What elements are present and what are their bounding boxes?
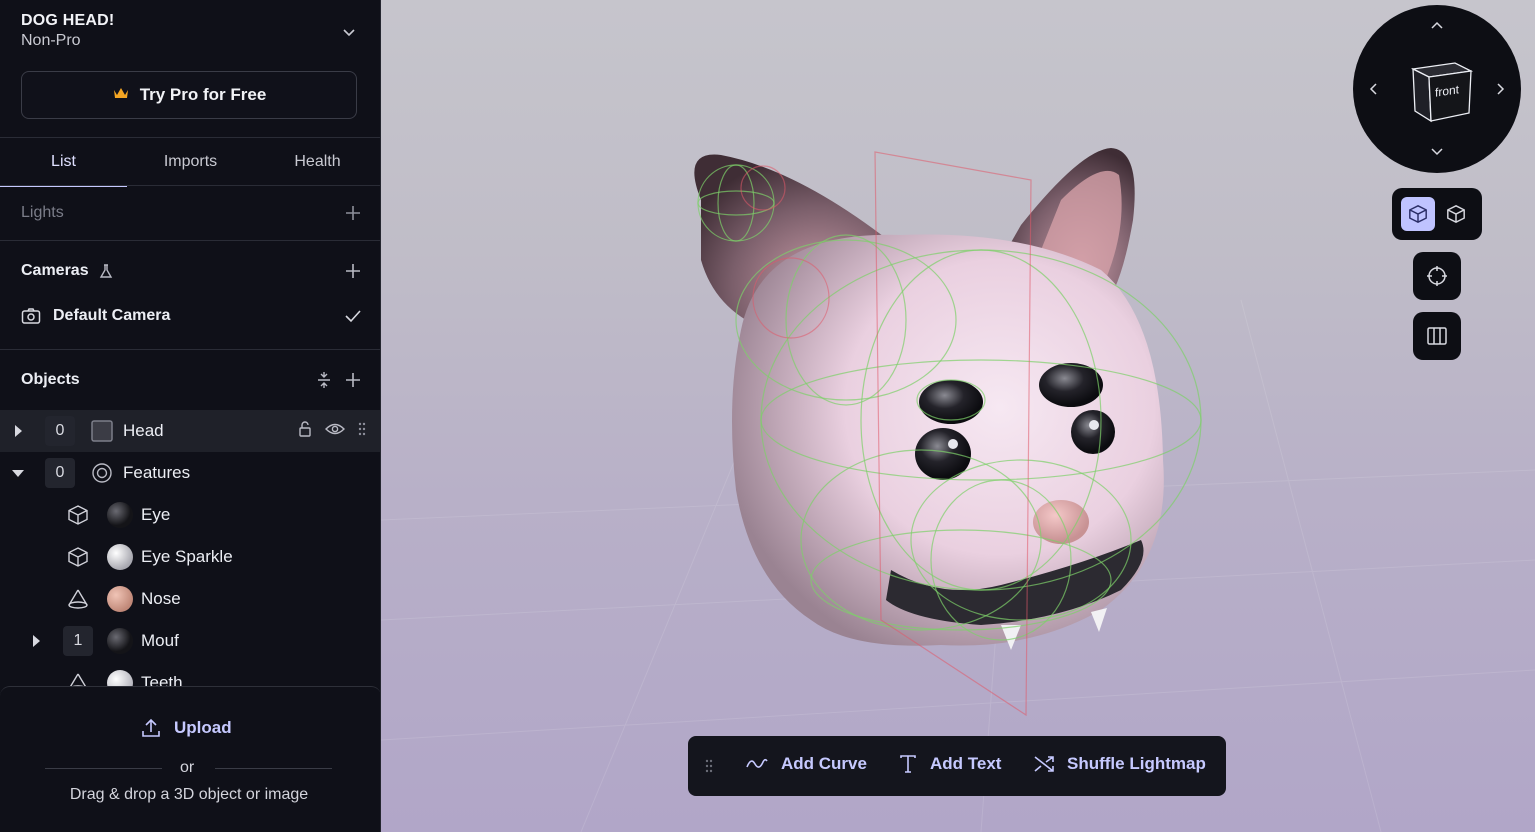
object-row-mouf[interactable]: 1 Mouf <box>0 620 380 662</box>
or-label: or <box>180 759 195 776</box>
chevron-down-icon[interactable] <box>341 26 357 45</box>
add-curve-button[interactable]: Add Curve <box>745 754 867 774</box>
tooth <box>1091 608 1107 632</box>
add-object-icon[interactable] <box>344 371 362 394</box>
cube-icon <box>66 545 90 569</box>
flask-icon <box>98 263 114 279</box>
cameras-section: Cameras <box>21 259 366 283</box>
eye-left <box>919 380 983 424</box>
text-icon <box>898 754 918 774</box>
upload-label: Upload <box>174 718 232 737</box>
shuffle-lightmap-button[interactable]: Shuffle Lightmap <box>1033 754 1206 774</box>
orthographic-cube-icon[interactable] <box>1439 197 1473 231</box>
row-actions <box>297 420 367 442</box>
object-name: Features <box>123 463 191 482</box>
material-swatch[interactable] <box>107 586 133 612</box>
material-swatch[interactable] <box>107 502 133 528</box>
object-name: Nose <box>141 589 181 608</box>
eye-sparkle-right <box>1071 410 1115 454</box>
object-row-eye[interactable]: Eye <box>0 494 380 536</box>
chevron-down-icon[interactable] <box>1429 144 1445 160</box>
camera-item[interactable]: Default Camera <box>21 304 366 328</box>
nav-cube-widget[interactable]: front <box>1353 5 1521 173</box>
drag-drop-hint: Drag & drop a 3D object or image <box>69 786 309 803</box>
bottom-toolbar: Add Curve Add Text Shuffle Lightmap <box>688 736 1226 796</box>
divider <box>45 768 162 769</box>
drag-handle-icon[interactable] <box>357 421 367 442</box>
object-name: Eye <box>141 505 171 524</box>
child-count-badge: 1 <box>63 626 93 656</box>
try-pro-button[interactable]: Try Pro for Free <box>21 71 357 119</box>
project-title: DOG HEAD! <box>21 12 115 29</box>
add-curve-label: Add Curve <box>781 754 867 773</box>
chevron-up-icon[interactable] <box>1429 17 1445 33</box>
upload-panel: Upload or Drag & drop a 3D object or ima… <box>0 686 380 832</box>
object-name: Head <box>123 421 164 440</box>
shuffle-lightmap-label: Shuffle Lightmap <box>1067 754 1206 773</box>
chevron-left-icon[interactable] <box>1365 81 1381 97</box>
crown-icon <box>112 85 130 105</box>
object-row-features[interactable]: 0 Features <box>0 452 380 494</box>
group-icon <box>90 461 114 485</box>
add-light-icon[interactable] <box>344 204 362 227</box>
drag-handle-icon[interactable] <box>704 758 714 779</box>
collapse-all-icon[interactable] <box>316 371 332 394</box>
add-text-button[interactable]: Add Text <box>898 754 1001 774</box>
project-plan: Non-Pro <box>21 32 81 49</box>
add-text-label: Add Text <box>930 754 1002 773</box>
tab-imports[interactable]: Imports <box>127 138 254 186</box>
upload-button[interactable]: Upload <box>140 717 232 739</box>
crosshair-icon[interactable] <box>1413 252 1461 300</box>
divider <box>215 768 332 769</box>
upload-icon <box>140 717 162 739</box>
objects-label: Objects <box>21 371 80 388</box>
projection-toggle <box>1392 188 1482 240</box>
add-camera-icon[interactable] <box>344 262 362 285</box>
eye-visibility-icon[interactable] <box>325 421 345 441</box>
object-row-nose[interactable]: Nose <box>0 578 380 620</box>
highlight <box>1089 420 1099 430</box>
tab-health[interactable]: Health <box>254 138 380 186</box>
square-icon <box>90 419 114 443</box>
child-count-badge: 0 <box>45 458 75 488</box>
lock-icon[interactable] <box>297 420 313 442</box>
cone-icon <box>66 587 90 611</box>
collapse-caret-icon[interactable] <box>10 465 26 481</box>
object-name: Eye Sparkle <box>141 547 233 566</box>
sidebar: DOG HEAD! Non-Pro Try Pro for Free List … <box>0 0 381 832</box>
try-pro-label: Try Pro for Free <box>139 85 267 104</box>
project-header[interactable]: DOG HEAD! Non-Pro <box>21 12 114 50</box>
expand-caret-icon[interactable] <box>10 423 26 439</box>
perspective-cube-icon[interactable] <box>1401 197 1436 231</box>
object-row-head[interactable]: 0 Head <box>0 410 380 452</box>
check-icon <box>344 307 362 330</box>
highlight <box>948 439 958 449</box>
tab-list[interactable]: List <box>0 138 127 187</box>
chevron-right-icon[interactable] <box>1493 81 1509 97</box>
cameras-label: Cameras <box>21 262 89 279</box>
object-row-eye-sparkle[interactable]: Eye Sparkle <box>0 536 380 578</box>
cube-icon <box>66 503 90 527</box>
camera-name: Default Camera <box>53 307 171 324</box>
divider <box>0 349 380 350</box>
objects-section: Objects <box>21 368 366 392</box>
material-swatch[interactable] <box>107 544 133 570</box>
split-view-icon[interactable] <box>1413 312 1461 360</box>
shuffle-icon <box>1033 754 1055 774</box>
expand-caret-icon[interactable] <box>28 633 44 649</box>
curve-icon <box>745 755 769 773</box>
camera-icon <box>21 307 41 325</box>
3d-viewport[interactable]: front Add Curve Add Text Shuffle Lightma… <box>381 0 1535 832</box>
object-name: Mouf <box>141 631 179 650</box>
material-swatch[interactable] <box>107 628 133 654</box>
lights-label: Lights <box>21 204 64 221</box>
eye-right <box>1039 363 1103 407</box>
lights-section: Lights <box>21 201 366 225</box>
child-count-badge: 0 <box>45 416 75 446</box>
divider <box>0 240 380 241</box>
sidebar-tabs: List Imports Health <box>0 138 380 187</box>
divider <box>0 185 380 186</box>
